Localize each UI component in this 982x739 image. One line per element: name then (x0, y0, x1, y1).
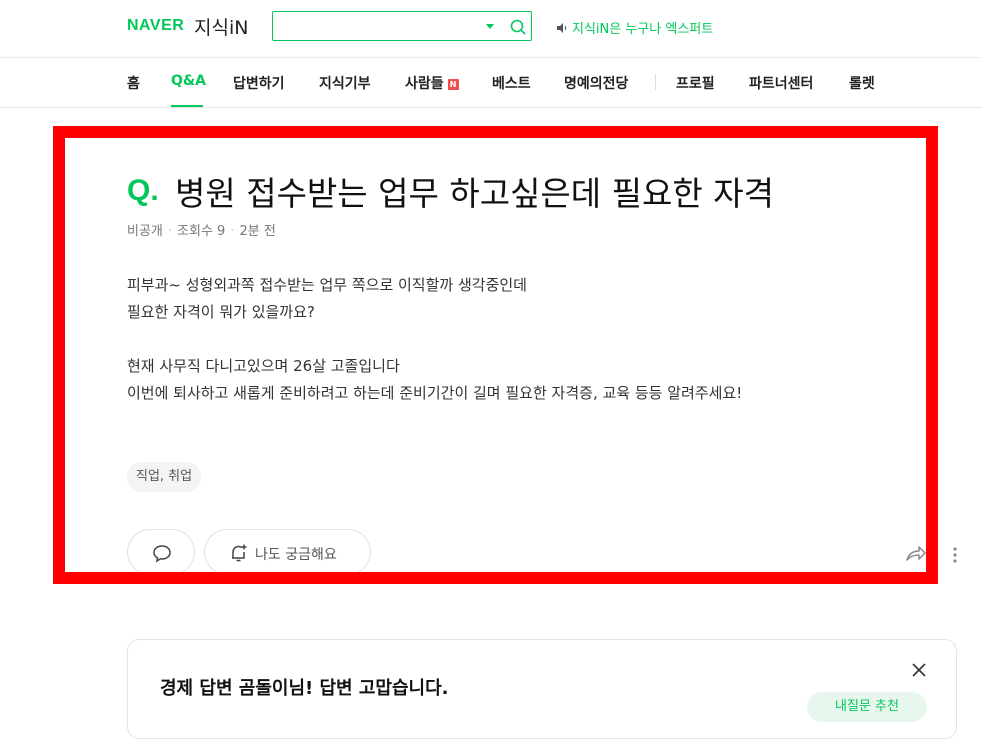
meta-separator: · (167, 224, 173, 239)
comment-button[interactable] (127, 529, 195, 575)
recommend-question-button[interactable]: 내질문 추천 (807, 692, 927, 722)
question-mark: Q. (127, 174, 159, 207)
search-input[interactable] (272, 11, 532, 41)
close-icon[interactable] (911, 662, 927, 678)
expert-text[interactable]: 지식iN은 누구나 엑스퍼트 (572, 22, 713, 37)
tab-hall-of-fame[interactable]: 명예의전당 (564, 73, 628, 93)
expert-link[interactable]: 지식iN은 누구나 엑스퍼트 (556, 18, 713, 37)
question-meta: 비공개 · 조회수 9 · 2분 전 (127, 220, 276, 239)
author-name: 비공개 (127, 224, 163, 239)
body-line: 필요한 자격이 뭐가 있을까요? (127, 303, 315, 321)
share-icon[interactable] (905, 544, 927, 562)
tab-qna[interactable]: Q&A (171, 73, 206, 89)
search-icon[interactable] (509, 18, 527, 36)
tab-roulette[interactable]: 롤렛 (849, 73, 875, 93)
new-badge: N (447, 79, 459, 90)
posted-time: 2분 전 (239, 224, 276, 239)
body-line: 현재 사무직 다니고있으며 26살 고졸입니다 (127, 357, 400, 375)
tab-people[interactable]: 사람들 N (405, 73, 459, 93)
tab-answer[interactable]: 답변하기 (233, 73, 285, 93)
more-vertical-icon[interactable] (951, 546, 959, 564)
view-count: 조회수 9 (177, 224, 226, 239)
body-line: 피부과~ 성형외과쪽 접수받는 업무 쪽으로 이직할까 생각중인데 (127, 276, 527, 294)
tab-profile[interactable]: 프로필 (676, 73, 715, 93)
tab-people-label: 사람들 (405, 76, 444, 92)
card-title: 경제 답변 곰돌이님! 답변 고맙습니다. (160, 678, 449, 699)
curious-button[interactable]: 나도 궁금해요 (204, 529, 371, 575)
top-header: NAVER 지식iN 지식iN은 누구나 엑스퍼트 (0, 0, 982, 58)
nav-divider-line (0, 107, 982, 108)
tab-partner-center[interactable]: 파트너센터 (749, 73, 813, 93)
body-gap (127, 326, 742, 353)
nav-divider (655, 74, 656, 90)
jisikin-logo[interactable]: 지식iN (194, 13, 248, 40)
tab-donate[interactable]: 지식기부 (319, 73, 371, 93)
question-tag[interactable]: 직업, 취업 (127, 462, 202, 492)
bell-plus-icon (232, 544, 247, 562)
caret-down-icon[interactable] (486, 24, 494, 29)
curious-label: 나도 궁금해요 (255, 547, 337, 563)
tab-home[interactable]: 홈 (127, 73, 140, 93)
comment-icon (153, 545, 171, 563)
meta-separator: · (230, 224, 235, 239)
tab-best[interactable]: 베스트 (492, 73, 531, 93)
speaker-icon (557, 23, 567, 33)
main-nav: 홈 Q&A 답변하기 지식기부 사람들 N 베스트 명예의전당 프로필 파트너센터… (0, 58, 982, 108)
question-body: 피부과~ 성형외과쪽 접수받는 업무 쪽으로 이직할까 생각중인데 필요한 자격… (127, 272, 742, 407)
question-title: 병원 접수받는 업무 하고싶은데 필요한 자격 (175, 174, 774, 213)
body-line: 이번에 퇴사하고 새롭게 준비하려고 하는데 준비기간이 길며 필요한 자격증,… (127, 384, 743, 402)
thanks-card: 경제 답변 곰돌이님! 답변 고맙습니다. 내질문 추천 (127, 639, 957, 739)
naver-logo[interactable]: NAVER (127, 17, 184, 35)
